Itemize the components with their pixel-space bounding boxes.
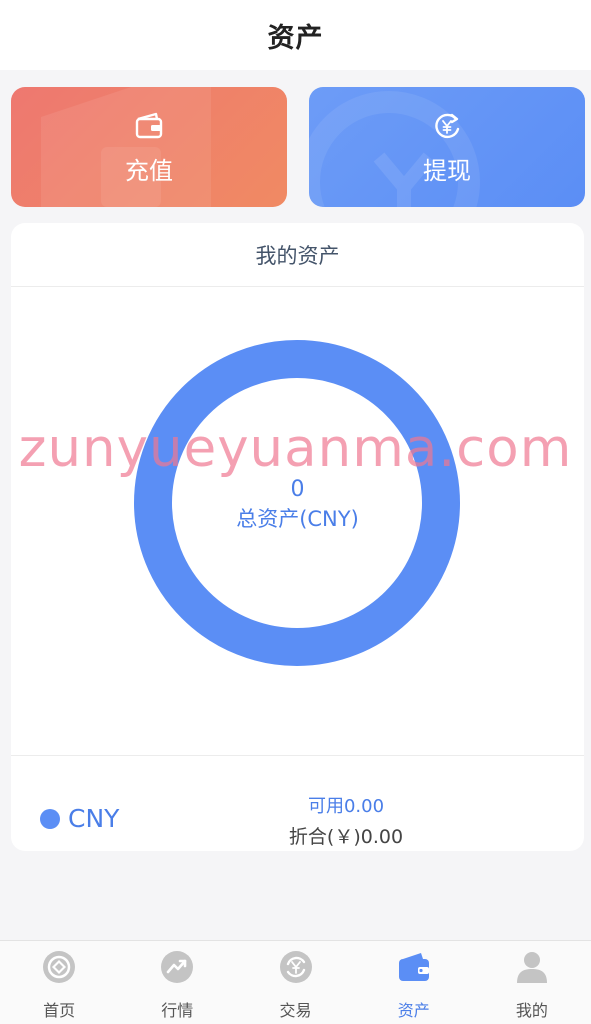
withdraw-card-decoration	[309, 91, 480, 207]
withdraw-yuan-icon	[435, 113, 460, 138]
tab-assets-label: 资产	[397, 1001, 430, 1020]
tab-trade-label: 交易	[279, 1001, 312, 1020]
tab-profile[interactable]: 我的	[473, 941, 591, 1024]
bottom-tab-bar: 首页 行情 交易 资产 我的	[0, 940, 591, 1024]
deposit-card-decoration	[41, 87, 211, 207]
deposit-label: 充值	[125, 156, 173, 185]
user-icon	[516, 952, 547, 983]
asset-panel: 我的资产 0 总资产(CNY) CNY 可用0.00 折合(￥)0.00	[11, 223, 584, 851]
currency-name: CNY	[68, 804, 120, 833]
currency-legend-dot	[40, 809, 60, 829]
total-asset-value: 0	[290, 477, 305, 502]
tab-assets[interactable]: 资产	[355, 941, 473, 1024]
tab-trade[interactable]: 交易	[236, 941, 354, 1024]
converted-balance: 折合(￥)0.00	[288, 826, 404, 848]
page-header: 资产	[0, 0, 591, 70]
asset-panel-title: 我的资产	[11, 223, 584, 287]
home-icon	[43, 951, 76, 983]
trade-icon	[279, 951, 312, 983]
tab-home[interactable]: 首页	[0, 941, 118, 1024]
tab-home-label: 首页	[43, 1001, 76, 1020]
wallet-icon	[398, 953, 429, 981]
market-icon	[161, 951, 194, 983]
tab-profile-label: 我的	[515, 1001, 548, 1020]
wallet-icon	[135, 112, 163, 138]
withdraw-button[interactable]: 提现	[309, 87, 585, 207]
total-asset-label: 总资产(CNY)	[236, 507, 359, 531]
deposit-button[interactable]: 充值	[11, 87, 287, 207]
asset-chart: 0 总资产(CNY)	[11, 287, 584, 755]
tab-market-label: 行情	[161, 1001, 194, 1020]
withdraw-label: 提现	[423, 156, 471, 185]
tab-market[interactable]: 行情	[118, 941, 236, 1024]
available-balance: 可用0.00	[307, 796, 385, 817]
page-title: 资产	[267, 22, 324, 54]
currency-row-cny[interactable]: CNY 可用0.00 折合(￥)0.00	[11, 756, 584, 851]
